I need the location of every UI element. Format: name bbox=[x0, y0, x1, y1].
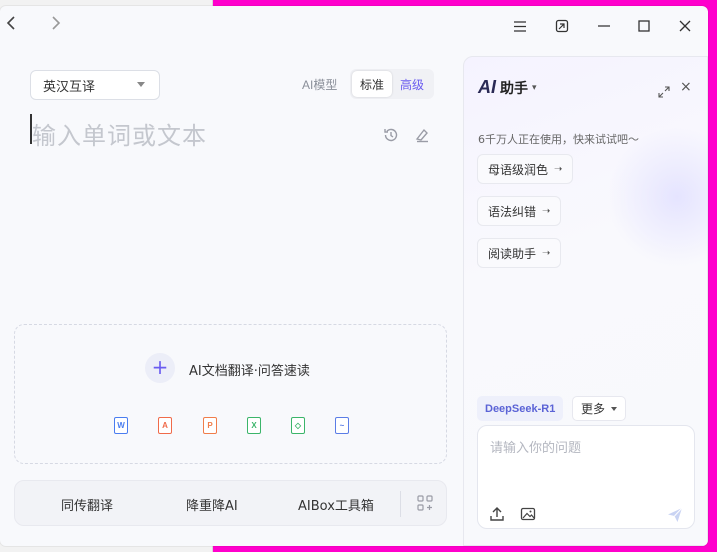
mode-advanced[interactable]: 高级 bbox=[392, 71, 432, 97]
hamburger-menu-icon[interactable] bbox=[508, 14, 532, 38]
expand-icon[interactable] bbox=[658, 83, 670, 98]
arrow-right-icon: ➝ bbox=[542, 205, 551, 217]
upload-icon[interactable] bbox=[489, 506, 505, 522]
chevron-right-icon[interactable] bbox=[45, 14, 67, 36]
history-icon[interactable] bbox=[382, 126, 400, 144]
more-models-select[interactable]: 更多 bbox=[572, 396, 627, 421]
chip-polish[interactable]: 母语级润色 ➝ bbox=[477, 154, 574, 184]
apps-grid-icon[interactable] bbox=[417, 495, 433, 511]
eraser-icon[interactable] bbox=[413, 126, 431, 144]
chip-label: 母语级润色 bbox=[488, 162, 549, 177]
caret-down-icon bbox=[137, 82, 145, 87]
language-select[interactable]: 英汉互译 bbox=[30, 70, 160, 100]
mini-window-icon[interactable] bbox=[550, 14, 574, 38]
chip-reading[interactable]: 阅读助手 ➝ bbox=[477, 238, 562, 268]
close-icon[interactable] bbox=[673, 14, 697, 38]
translator-window: 英汉互译 AI模型 标准 高级 输入单词或文本 + AI文档翻译·问答速读 W … bbox=[0, 6, 708, 546]
ebook-file-icon: ◇ bbox=[291, 417, 305, 434]
ai-logo: AI bbox=[478, 77, 496, 97]
minimize-icon[interactable] bbox=[592, 14, 616, 38]
word-file-icon: W bbox=[114, 417, 128, 434]
plus-icon[interactable]: + bbox=[145, 353, 175, 383]
question-placeholder: 请输入你的问题 bbox=[490, 441, 582, 456]
image-file-icon: ~ bbox=[335, 417, 349, 434]
more-label: 更多 bbox=[581, 402, 606, 416]
mode-toggle: 标准 高级 bbox=[350, 69, 434, 99]
simultaneous-translation-button[interactable]: 同传翻译 bbox=[61, 495, 113, 514]
ai-model-label: AI模型 bbox=[302, 78, 338, 92]
chip-grammar[interactable]: 语法纠错 ➝ bbox=[477, 196, 562, 226]
excel-file-icon: X bbox=[247, 417, 261, 434]
caret-down-icon bbox=[611, 406, 618, 411]
assistant-title[interactable]: AI 助手 ▾ bbox=[478, 77, 537, 98]
chip-label: 阅读助手 bbox=[488, 246, 537, 261]
divider bbox=[400, 491, 401, 517]
arrow-right-icon: ➝ bbox=[554, 163, 563, 175]
assistant-title-label: 助手 bbox=[500, 80, 528, 97]
send-icon[interactable] bbox=[666, 506, 684, 524]
question-input[interactable]: 请输入你的问题 bbox=[477, 425, 695, 529]
rewrite-button[interactable]: 降重降AI bbox=[186, 495, 238, 514]
chevron-left-icon[interactable] bbox=[0, 14, 22, 36]
decorative-glow bbox=[607, 127, 708, 267]
source-text-input[interactable]: 输入单词或文本 bbox=[32, 116, 207, 151]
chip-label: 语法纠错 bbox=[488, 204, 537, 219]
model-select[interactable]: DeepSeek-R1 bbox=[477, 396, 564, 421]
arrow-right-icon: ➝ bbox=[542, 247, 551, 259]
image-icon[interactable] bbox=[520, 506, 536, 522]
aibox-button[interactable]: AIBox工具箱 bbox=[298, 495, 374, 514]
document-translate-title: AI文档翻译·问答速读 bbox=[189, 364, 310, 379]
assistant-panel: AI 助手 ▾ × 6千万人正在使用，快来试试吧～ 母语级润色 ➝ 语法纠错 ➝ 阅… bbox=[463, 56, 708, 546]
usage-note: 6千万人正在使用，快来试试吧～ bbox=[478, 133, 639, 146]
translator-pane: 英汉互译 AI模型 标准 高级 输入单词或文本 + AI文档翻译·问答速读 W … bbox=[0, 44, 462, 546]
title-bar bbox=[0, 6, 708, 44]
panel-close-icon[interactable]: × bbox=[680, 79, 692, 95]
chevron-down-icon: ▾ bbox=[532, 82, 537, 93]
mode-standard[interactable]: 标准 bbox=[352, 71, 392, 97]
bottom-toolbar: 同传翻译 降重降AI AIBox工具箱 bbox=[14, 480, 447, 526]
ppt-file-icon: P bbox=[203, 417, 217, 434]
document-drop-zone[interactable]: + AI文档翻译·问答速读 W A P X ◇ ~ bbox=[14, 324, 447, 464]
maximize-icon[interactable] bbox=[632, 14, 656, 38]
pdf-file-icon: A bbox=[158, 417, 172, 434]
language-select-label: 英汉互译 bbox=[43, 79, 96, 95]
